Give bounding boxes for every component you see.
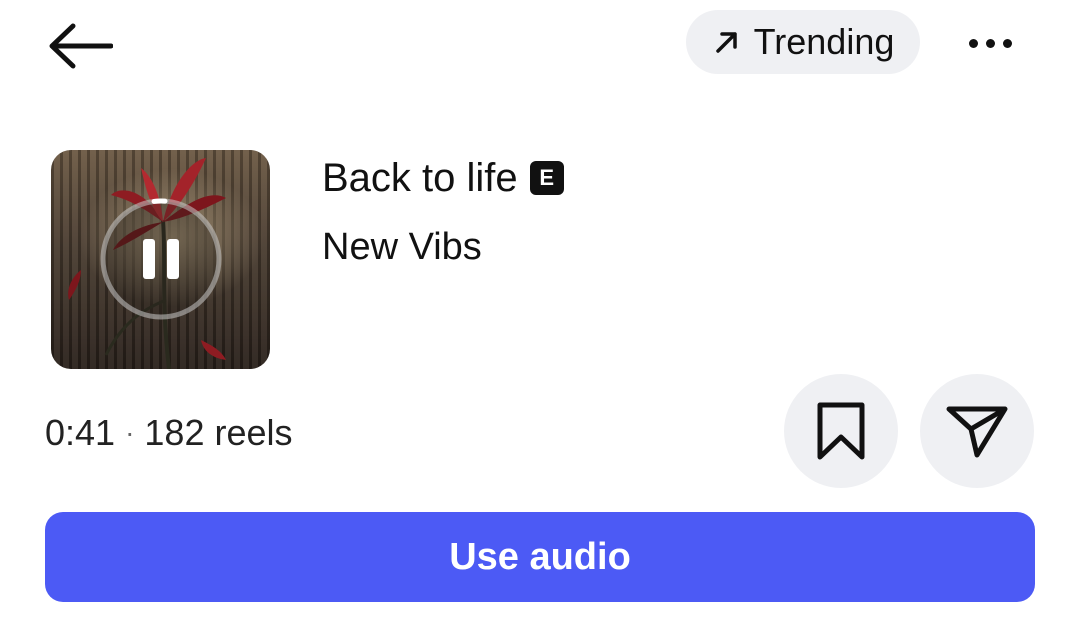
artist-name[interactable]: New Vibs xyxy=(322,222,482,272)
song-title-text: Back to life xyxy=(322,155,518,200)
audio-page: Trending Back to life E New Vibs 0:41 · … xyxy=(0,0,1080,643)
use-audio-label: Use audio xyxy=(449,535,631,578)
trending-button[interactable]: Trending xyxy=(686,10,920,74)
back-button[interactable] xyxy=(40,16,120,76)
arrow-left-icon xyxy=(49,23,113,69)
trending-label: Trending xyxy=(753,21,895,62)
pause-icon xyxy=(100,198,222,320)
audio-meta: 0:41 · 182 reels xyxy=(45,408,293,458)
send-icon xyxy=(946,406,1008,458)
album-cover[interactable] xyxy=(51,150,270,369)
meta-separator: · xyxy=(125,417,135,448)
reels-count: 182 reels xyxy=(144,412,293,453)
share-audio-button[interactable] xyxy=(920,374,1034,488)
bookmark-icon xyxy=(817,402,865,460)
save-audio-button[interactable] xyxy=(784,374,898,488)
more-options-button[interactable] xyxy=(950,18,1030,68)
pause-button[interactable] xyxy=(99,197,223,321)
explicit-badge: E xyxy=(529,161,564,195)
arrow-up-right-icon xyxy=(715,32,737,53)
more-horizontal-icon xyxy=(968,38,978,48)
duration: 0:41 xyxy=(45,412,116,453)
song-title: Back to life E xyxy=(322,152,564,204)
use-audio-button[interactable]: Use audio xyxy=(45,512,1035,602)
